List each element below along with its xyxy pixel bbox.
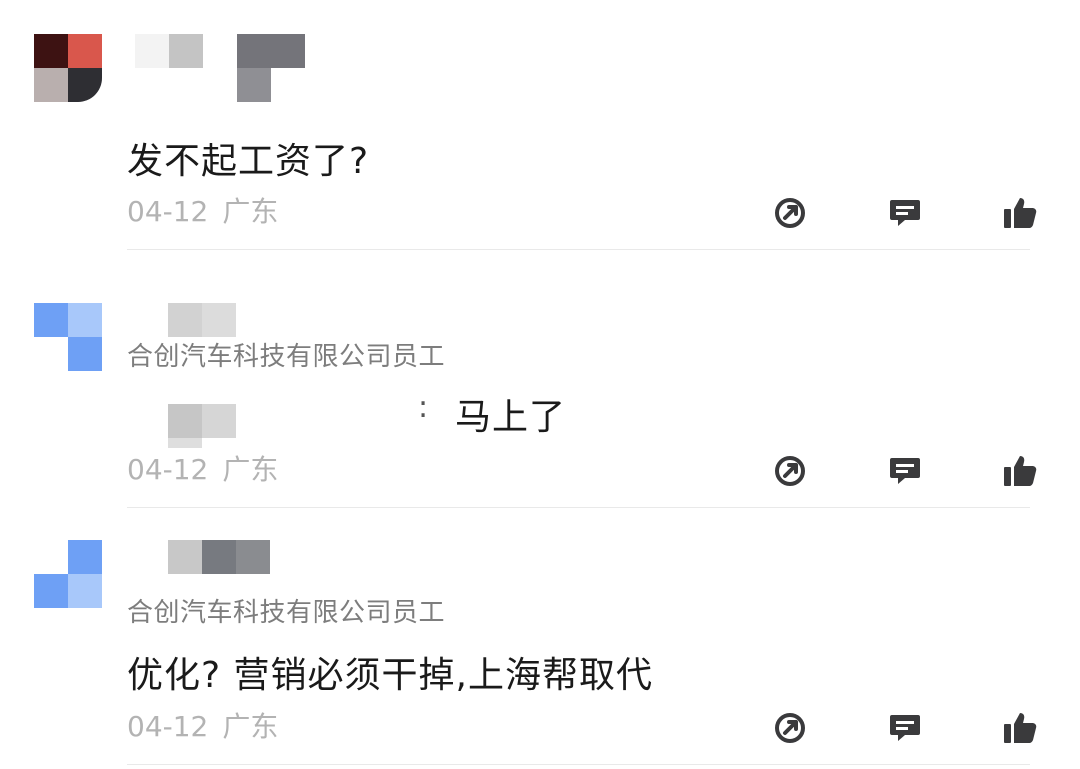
- username-blurred[interactable]: [168, 540, 270, 574]
- comment-date: 04-12: [127, 710, 209, 743]
- author-company: 合创汽车科技有限公司员工: [127, 598, 446, 628]
- avatar[interactable]: [34, 540, 102, 608]
- like-button[interactable]: [1000, 708, 1040, 748]
- share-arrow-icon: [775, 713, 805, 743]
- reply-button[interactable]: [885, 708, 925, 748]
- comment-location: 广东: [222, 710, 279, 743]
- comment-3: 合创汽车科技有限公司员工 优化? 营销必须干掉,上海帮取代 04-12 广东: [0, 0, 1080, 769]
- divider: [127, 764, 1030, 765]
- share-button[interactable]: [770, 708, 810, 748]
- comment-text: 优化? 营销必须干掉,上海帮取代: [127, 655, 653, 696]
- thumbs-up-icon: [1004, 713, 1037, 743]
- comment-bubble-icon: [890, 715, 920, 741]
- comment-meta: 04-12 广东: [127, 705, 278, 745]
